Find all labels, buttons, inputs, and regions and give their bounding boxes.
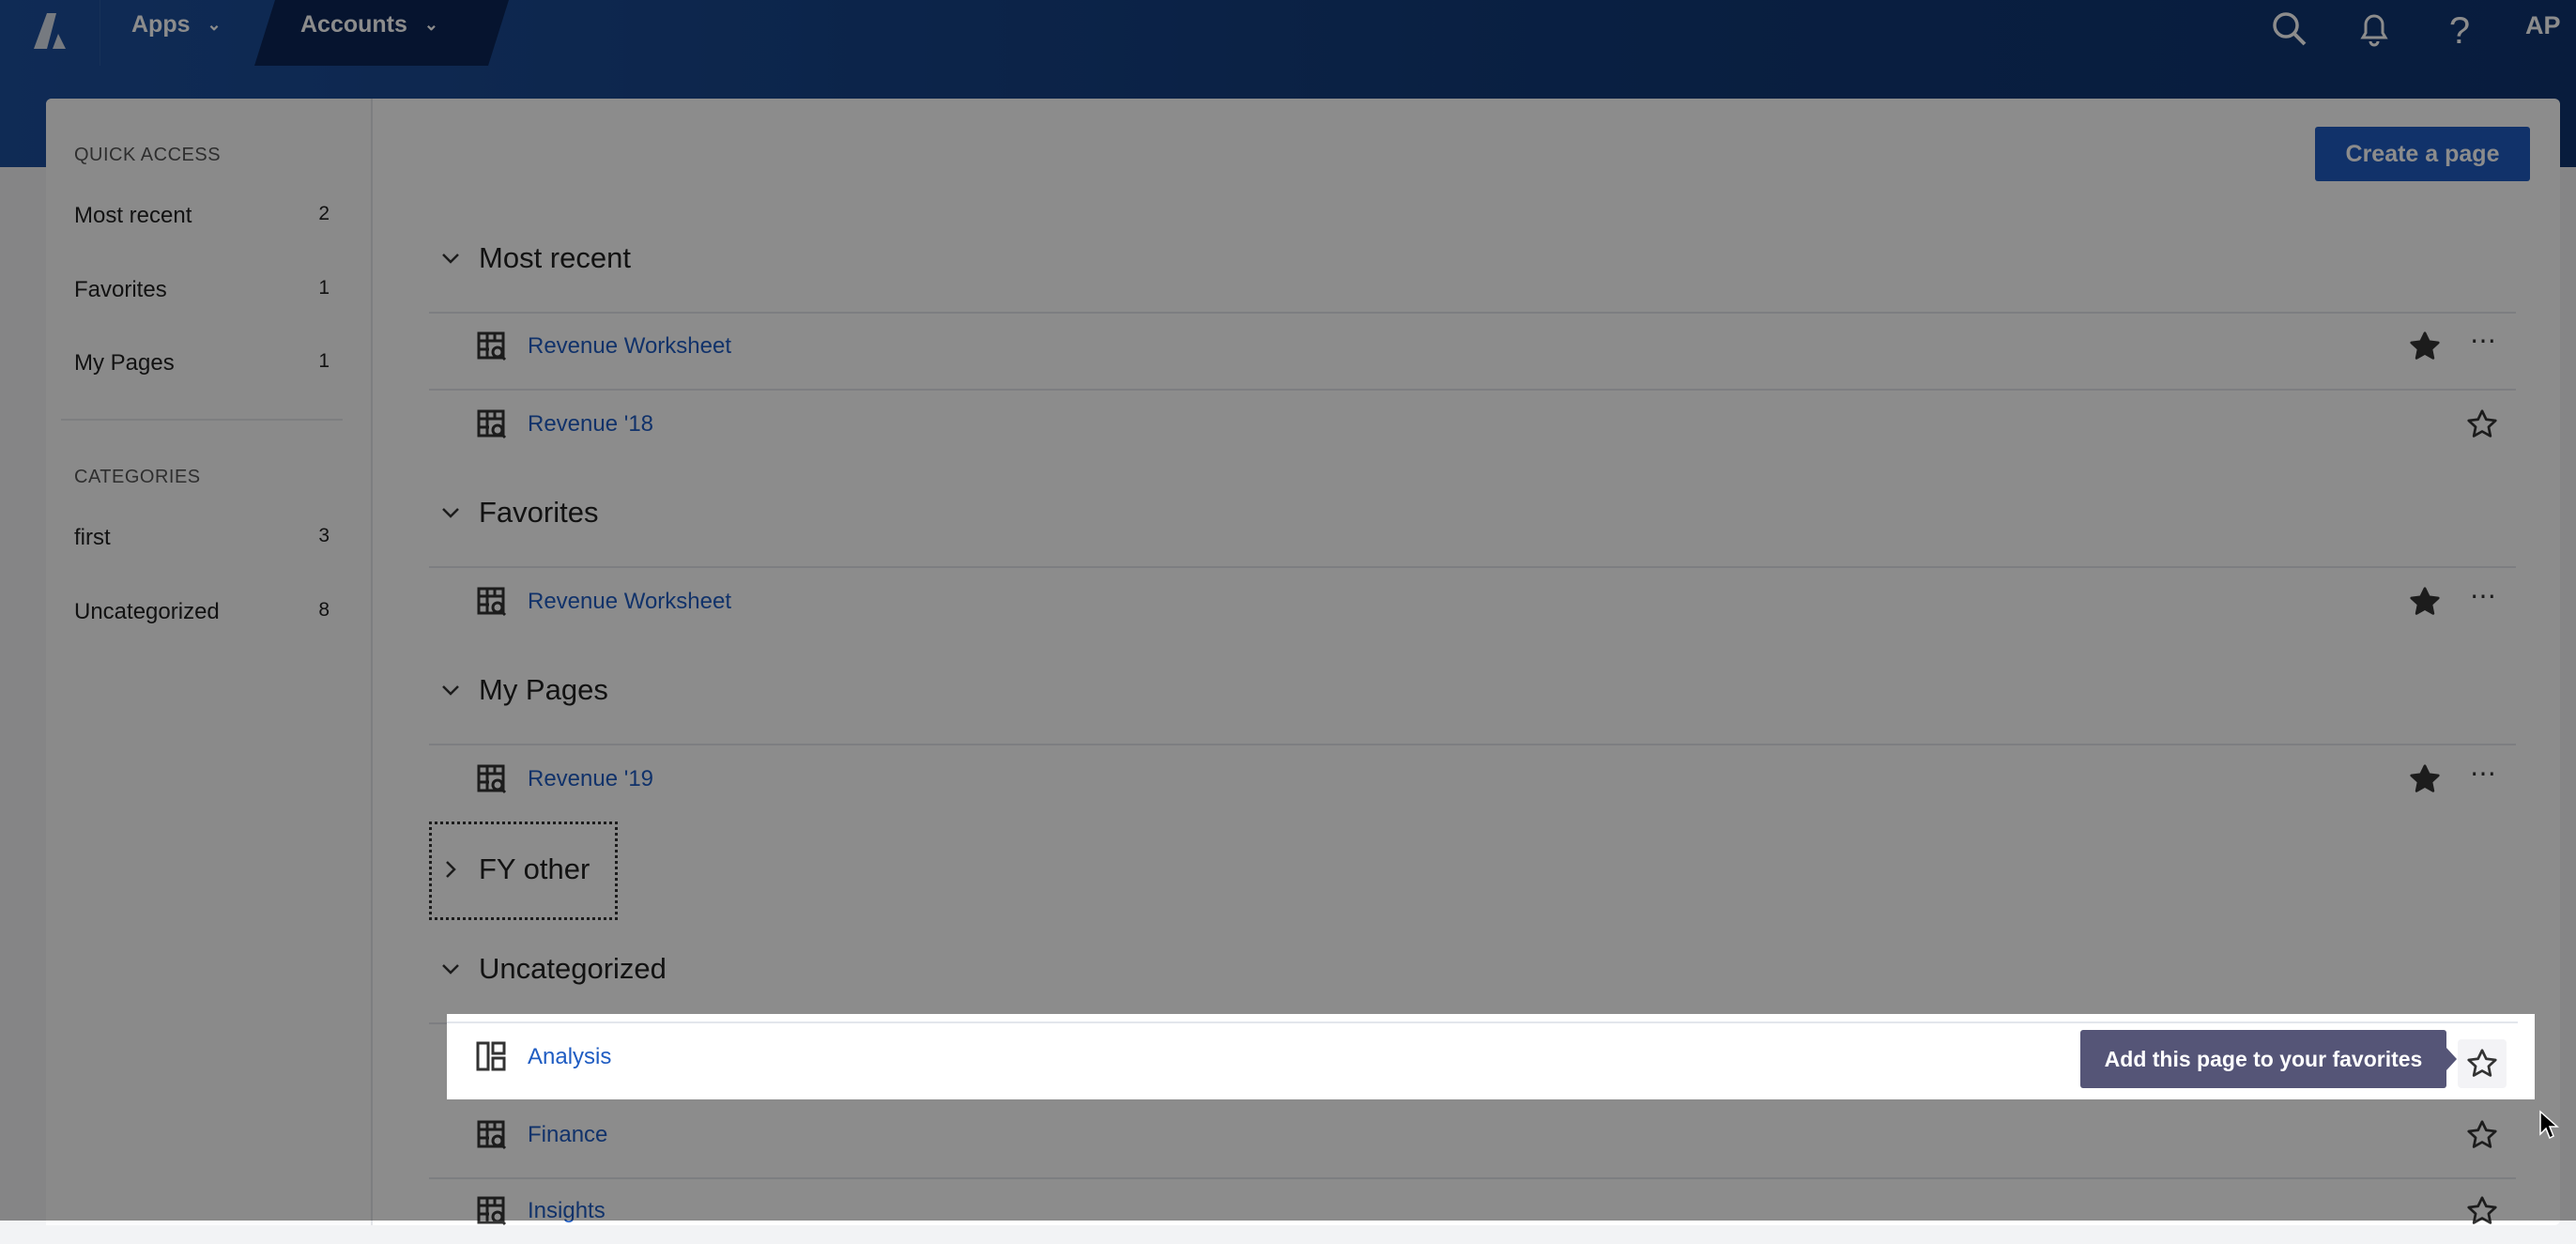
row-divider — [447, 1021, 2518, 1023]
dashboard-icon — [476, 1041, 506, 1071]
add-favorite-button[interactable] — [2458, 1039, 2507, 1088]
favorite-tooltip: Add this page to your favorites — [2080, 1030, 2457, 1088]
star-outline-icon — [2467, 1049, 2497, 1077]
page-link-analysis[interactable]: Analysis — [528, 1044, 611, 1070]
mouse-cursor — [2539, 1110, 2559, 1140]
